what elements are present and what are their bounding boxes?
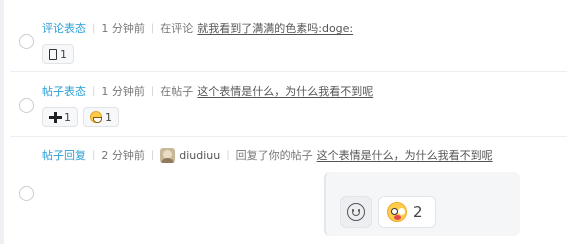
timestamp: 1 分钟前 [101, 22, 145, 35]
timestamp: 1 分钟前 [101, 85, 145, 98]
add-reaction-button[interactable] [340, 196, 372, 228]
context-prefix: 在帖子 [160, 85, 194, 98]
username: diudiuu [179, 148, 221, 162]
reaction-count: 2 [413, 203, 423, 221]
target-link[interactable]: 这个表情是什么，为什么我看不到呢 [197, 85, 373, 99]
target-link[interactable]: 这个表情是什么，为什么我看不到呢 [317, 149, 493, 163]
separator: | [92, 23, 96, 34]
action-text: 回复了你的帖子 [235, 148, 313, 162]
notification-header: 帖子表态 | 1 分钟前 | 在帖子 这个表情是什么，为什么我看不到呢 [42, 85, 373, 99]
reaction-chip[interactable]: 1 [83, 107, 119, 127]
notification-header: 帖子回复 | 2 分钟前 | diudiuu | 回复了你的帖子 这个表情是什么… [42, 148, 493, 163]
reaction-count: 1 [60, 47, 67, 61]
reaction-count: 1 [64, 110, 71, 124]
avatar [160, 148, 176, 163]
reaction-chip[interactable]: 1 [42, 44, 74, 64]
select-radio[interactable] [19, 186, 34, 201]
select-radio[interactable] [19, 34, 34, 49]
reaction-count: 1 [105, 110, 112, 124]
divider [10, 136, 567, 137]
reaction-list: 1 1 [42, 107, 119, 127]
notification-header: 评论表态 | 1 分钟前 | 在评论 就我看到了满满的色素吗:doge: [42, 22, 353, 36]
notification-feed: 评论表态 | 1 分钟前 | 在评论 就我看到了满满的色素吗:doge: 1 帖… [0, 0, 567, 244]
notification-type-label[interactable]: 帖子表态 [42, 85, 86, 99]
separator: | [150, 149, 155, 161]
select-radio[interactable] [19, 98, 34, 113]
separator: | [150, 23, 155, 34]
smile-add-icon [347, 203, 365, 221]
separator: | [226, 149, 230, 161]
astonished-face-icon [387, 202, 407, 222]
target-link[interactable]: 就我看到了满满的色素吗:doge: [197, 22, 353, 36]
reaction-chip[interactable]: 2 [378, 196, 436, 228]
separator: | [92, 149, 96, 161]
reaction-chip[interactable]: 1 [42, 107, 78, 127]
box-icon [49, 48, 57, 60]
reaction-list: 1 [42, 44, 74, 64]
separator: | [150, 86, 155, 97]
grin-face-icon [90, 111, 102, 123]
context-prefix: 在评论 [160, 22, 194, 35]
reply-preview-panel: 2 [324, 172, 520, 236]
notification-item: 帖子表态 | 1 分钟前 | 在帖子 这个表情是什么，为什么我看不到呢 1 1 [0, 72, 567, 138]
plus-cross-icon [49, 111, 62, 123]
notification-type-label[interactable]: 评论表态 [42, 22, 86, 36]
separator: | [92, 86, 96, 97]
notification-item: 评论表态 | 1 分钟前 | 在评论 就我看到了满满的色素吗:doge: 1 [0, 0, 567, 78]
notification-type-label[interactable]: 帖子回复 [42, 149, 86, 163]
user-link[interactable]: diudiuu [160, 148, 220, 163]
timestamp: 2 分钟前 [101, 148, 145, 162]
